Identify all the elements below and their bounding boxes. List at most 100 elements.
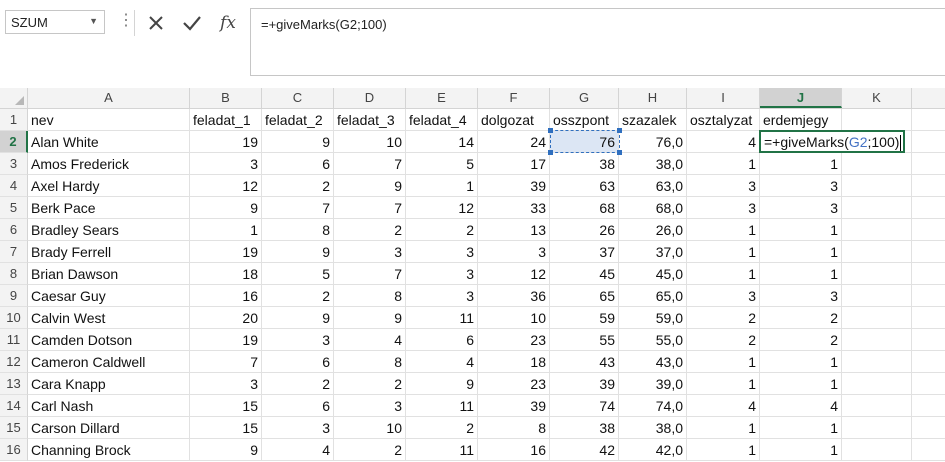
cell-f16[interactable]: 16 <box>478 439 550 461</box>
column-header-k[interactable]: K <box>842 88 912 108</box>
cell-f9[interactable]: 36 <box>478 285 550 307</box>
cell-d12[interactable]: 8 <box>334 351 406 373</box>
cell-c16[interactable]: 4 <box>262 439 334 461</box>
cell-b11[interactable]: 19 <box>190 329 262 351</box>
row-header-16[interactable]: 16 <box>0 439 28 461</box>
cell-a4[interactable]: Axel Hardy <box>28 175 190 197</box>
x-icon[interactable] <box>141 10 171 36</box>
column-header-j[interactable]: J <box>760 88 842 108</box>
cell-d9[interactable]: 8 <box>334 285 406 307</box>
cell-d16[interactable]: 2 <box>334 439 406 461</box>
checkmark-icon[interactable] <box>177 10 207 36</box>
cell-a3[interactable]: Amos Frederick <box>28 153 190 175</box>
cell-c7[interactable]: 9 <box>262 241 334 263</box>
cell-e5[interactable]: 12 <box>406 197 478 219</box>
cell-c6[interactable]: 8 <box>262 219 334 241</box>
cell-e1[interactable]: feladat_4 <box>406 109 478 131</box>
cell-d11[interactable]: 4 <box>334 329 406 351</box>
cell-g11[interactable]: 55 <box>550 329 619 351</box>
cell-e6[interactable]: 2 <box>406 219 478 241</box>
cell-c10[interactable]: 9 <box>262 307 334 329</box>
cell-partial[interactable] <box>912 373 945 395</box>
cell-partial[interactable] <box>912 175 945 197</box>
cell-partial[interactable] <box>912 263 945 285</box>
cell-i12[interactable]: 1 <box>687 351 760 373</box>
cell-i3[interactable]: 1 <box>687 153 760 175</box>
cell-j1[interactable]: erdemjegy <box>760 109 842 131</box>
cell-h16[interactable]: 42,0 <box>619 439 687 461</box>
cell-f15[interactable]: 8 <box>478 417 550 439</box>
row-header-14[interactable]: 14 <box>0 395 28 417</box>
cell-g16[interactable]: 42 <box>550 439 619 461</box>
cell-i13[interactable]: 1 <box>687 373 760 395</box>
row-header-2[interactable]: 2 <box>0 131 28 153</box>
cell-i14[interactable]: 4 <box>687 395 760 417</box>
row-header-4[interactable]: 4 <box>0 175 28 197</box>
cell-h15[interactable]: 38,0 <box>619 417 687 439</box>
cell-h10[interactable]: 59,0 <box>619 307 687 329</box>
cell-partial[interactable] <box>912 285 945 307</box>
cell-e4[interactable]: 1 <box>406 175 478 197</box>
column-header-a[interactable]: A <box>28 88 190 108</box>
active-cell-j2[interactable]: =+giveMarks(G2;100) <box>759 130 905 153</box>
cell-g6[interactable]: 26 <box>550 219 619 241</box>
cell-b10[interactable]: 20 <box>190 307 262 329</box>
cell-e11[interactable]: 6 <box>406 329 478 351</box>
cell-f12[interactable]: 18 <box>478 351 550 373</box>
cell-k9[interactable] <box>842 285 912 307</box>
cell-i6[interactable]: 1 <box>687 219 760 241</box>
column-header-h[interactable]: H <box>619 88 687 108</box>
row-header-1[interactable]: 1 <box>0 109 28 131</box>
cell-f3[interactable]: 17 <box>478 153 550 175</box>
cell-i10[interactable]: 2 <box>687 307 760 329</box>
cell-g5[interactable]: 68 <box>550 197 619 219</box>
cell-a9[interactable]: Caesar Guy <box>28 285 190 307</box>
column-header-c[interactable]: C <box>262 88 334 108</box>
cell-h7[interactable]: 37,0 <box>619 241 687 263</box>
cell-d13[interactable]: 2 <box>334 373 406 395</box>
cell-i9[interactable]: 3 <box>687 285 760 307</box>
select-all-corner[interactable] <box>0 88 28 109</box>
cell-j7[interactable]: 1 <box>760 241 842 263</box>
more-vertical-icon[interactable]: ⋮ <box>118 11 134 31</box>
row-header-8[interactable]: 8 <box>0 263 28 285</box>
cell-f8[interactable]: 12 <box>478 263 550 285</box>
cell-e10[interactable]: 11 <box>406 307 478 329</box>
cell-e12[interactable]: 4 <box>406 351 478 373</box>
cell-i1[interactable]: osztalyzat <box>687 109 760 131</box>
cell-f13[interactable]: 23 <box>478 373 550 395</box>
cell-e8[interactable]: 3 <box>406 263 478 285</box>
cell-j11[interactable]: 2 <box>760 329 842 351</box>
cell-b15[interactable]: 15 <box>190 417 262 439</box>
cell-partial[interactable] <box>912 307 945 329</box>
cell-b14[interactable]: 15 <box>190 395 262 417</box>
cell-partial[interactable] <box>912 329 945 351</box>
cell-b8[interactable]: 18 <box>190 263 262 285</box>
cell-g15[interactable]: 38 <box>550 417 619 439</box>
cell-i5[interactable]: 3 <box>687 197 760 219</box>
cell-c14[interactable]: 6 <box>262 395 334 417</box>
cell-g9[interactable]: 65 <box>550 285 619 307</box>
cell-d6[interactable]: 2 <box>334 219 406 241</box>
cell-b6[interactable]: 1 <box>190 219 262 241</box>
cell-c15[interactable]: 3 <box>262 417 334 439</box>
cell-c11[interactable]: 3 <box>262 329 334 351</box>
column-header-partial[interactable] <box>912 88 945 108</box>
cell-e2[interactable]: 14 <box>406 131 478 153</box>
cell-i8[interactable]: 1 <box>687 263 760 285</box>
cell-k11[interactable] <box>842 329 912 351</box>
cell-h6[interactable]: 26,0 <box>619 219 687 241</box>
cell-d14[interactable]: 3 <box>334 395 406 417</box>
cell-a5[interactable]: Berk Pace <box>28 197 190 219</box>
cell-i4[interactable]: 3 <box>687 175 760 197</box>
row-header-12[interactable]: 12 <box>0 351 28 373</box>
cell-j4[interactable]: 3 <box>760 175 842 197</box>
cell-b1[interactable]: feladat_1 <box>190 109 262 131</box>
cell-a12[interactable]: Cameron Caldwell <box>28 351 190 373</box>
cell-e16[interactable]: 11 <box>406 439 478 461</box>
cell-i11[interactable]: 2 <box>687 329 760 351</box>
cell-partial[interactable] <box>912 395 945 417</box>
cell-d4[interactable]: 9 <box>334 175 406 197</box>
row-header-7[interactable]: 7 <box>0 241 28 263</box>
chevron-down-icon[interactable]: ▼ <box>89 16 98 26</box>
